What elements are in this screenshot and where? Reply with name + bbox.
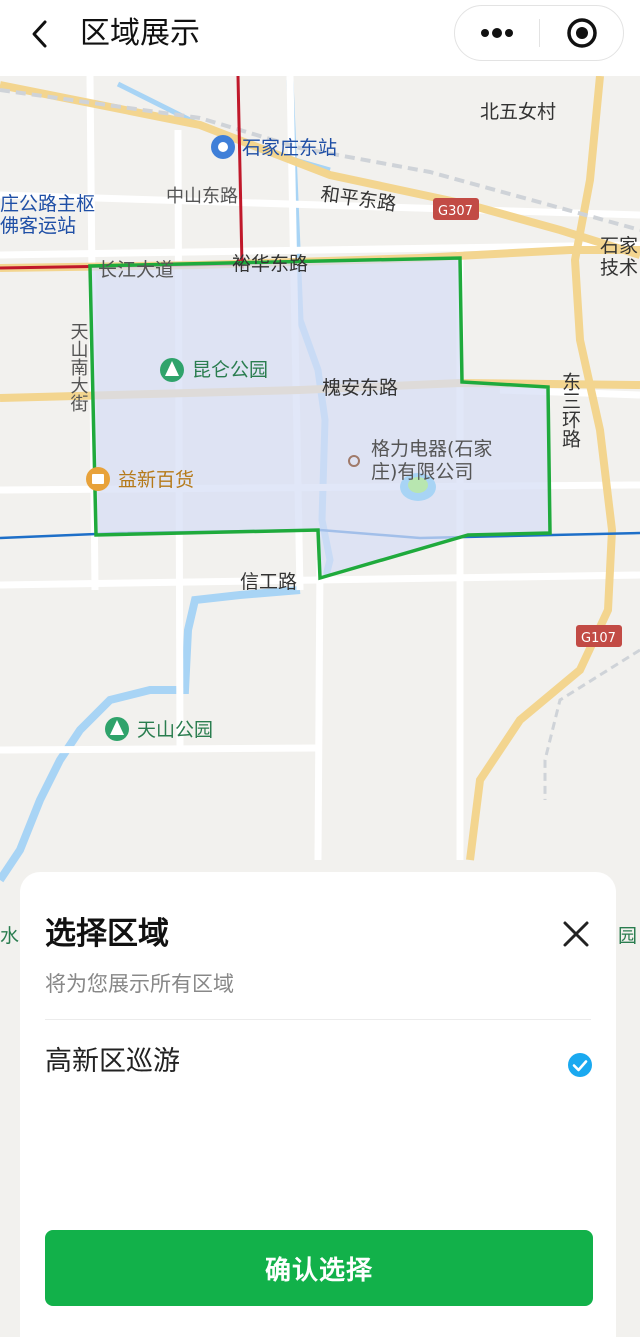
svg-text:天山公园: 天山公园 (137, 719, 213, 741)
sheet-subtitle: 将为您展示所有区域 (45, 972, 234, 996)
svg-text:庄)有限公司: 庄)有限公司 (371, 461, 473, 483)
map-label: 槐安东路 (322, 377, 398, 399)
exit-button[interactable] (540, 6, 624, 60)
station-poi[interactable]: 石家庄东站 (211, 135, 337, 159)
target-circle-icon (567, 18, 597, 48)
map-label: 天山南大街 (68, 322, 89, 412)
page-title: 区域展示 (80, 16, 200, 51)
gree-poi[interactable]: 格力电器(石家 庄)有限公司 (348, 438, 492, 483)
region-select-sheet: 选择区域 将为您展示所有区域 高新区巡游 确认选择 (20, 872, 616, 1337)
region-option-label: 高新区巡游 (45, 1046, 180, 1077)
svg-text:G307: G307 (438, 204, 473, 219)
map-label: 佛客运站 (0, 215, 76, 237)
svg-text:益新百货: 益新百货 (118, 469, 194, 491)
map-label: 东三环路 (559, 372, 581, 448)
tianshan-park-poi[interactable]: 天山公园 (105, 717, 213, 741)
nav-bar: 区域展示 (0, 0, 640, 76)
map-label: 长江大道 (98, 259, 174, 281)
region-option-gaoxin[interactable]: 高新区巡游 (45, 1042, 595, 1086)
map-label: 园 (618, 925, 637, 947)
svg-text:昆仑公园: 昆仑公园 (192, 359, 268, 381)
yixin-mall-poi[interactable]: 益新百货 (86, 467, 194, 491)
svg-text:石家庄东站: 石家庄东站 (242, 137, 337, 159)
sheet-close-button[interactable] (556, 914, 596, 954)
check-circle-icon (568, 1053, 592, 1077)
sheet-title: 选择区域 (45, 916, 169, 952)
map-label: 石家 (600, 235, 638, 257)
map-label: 北五女村 (480, 101, 556, 123)
back-button[interactable] (20, 14, 60, 54)
svg-text:G107: G107 (581, 631, 616, 646)
mini-program-capsule (454, 5, 624, 61)
map-label: 技术 (600, 257, 638, 279)
map-label: 中山东路 (166, 186, 238, 207)
map-label: 裕华东路 (232, 253, 308, 275)
more-button[interactable] (455, 6, 539, 60)
map-label: 信工路 (240, 571, 297, 593)
kunlun-park-poi[interactable]: 昆仑公园 (160, 358, 268, 382)
more-dots-icon (481, 28, 513, 38)
chevron-left-icon (32, 20, 47, 48)
close-icon (563, 921, 589, 947)
highway-shield-g307: G307 (433, 198, 479, 220)
svg-text:格力电器(石家: 格力电器(石家 (371, 438, 492, 460)
map-label: 庄公路主枢 (0, 193, 95, 215)
confirm-button[interactable]: 确认选择 (45, 1230, 593, 1306)
highway-shield-g107: G107 (576, 625, 622, 647)
divider (45, 1019, 591, 1020)
